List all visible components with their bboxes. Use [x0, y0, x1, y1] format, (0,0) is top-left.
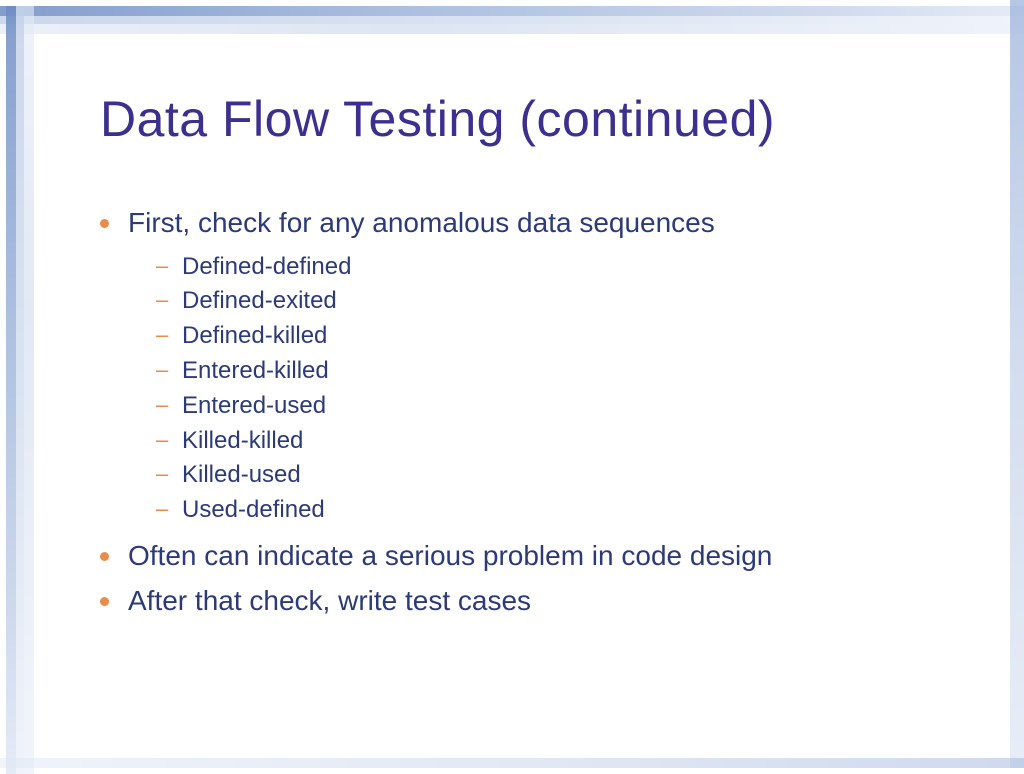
bullet-text: First, check for any anomalous data sequ… [128, 207, 715, 238]
sub-list-item: Defined-defined [182, 250, 964, 285]
sub-list-item: Entered-killed [182, 354, 964, 389]
list-item: Often can indicate a serious problem in … [128, 536, 964, 577]
sub-list-item: Entered-used [182, 389, 964, 424]
slide-title: Data Flow Testing (continued) [100, 90, 964, 148]
bullet-text: Often can indicate a serious problem in … [128, 540, 772, 571]
sub-list-item: Killed-used [182, 458, 964, 493]
sub-list-item: Killed-killed [182, 424, 964, 459]
list-item: After that check, write test cases [128, 581, 964, 622]
sub-list-item: Defined-exited [182, 284, 964, 319]
slide-content: Data Flow Testing (continued) First, che… [100, 90, 964, 625]
sub-list-item: Used-defined [182, 493, 964, 528]
bullet-list: First, check for any anomalous data sequ… [100, 203, 964, 621]
sub-bullet-list: Defined-defined Defined-exited Defined-k… [128, 250, 964, 528]
list-item: First, check for any anomalous data sequ… [128, 203, 964, 528]
bullet-text: After that check, write test cases [128, 585, 531, 616]
sub-list-item: Defined-killed [182, 319, 964, 354]
